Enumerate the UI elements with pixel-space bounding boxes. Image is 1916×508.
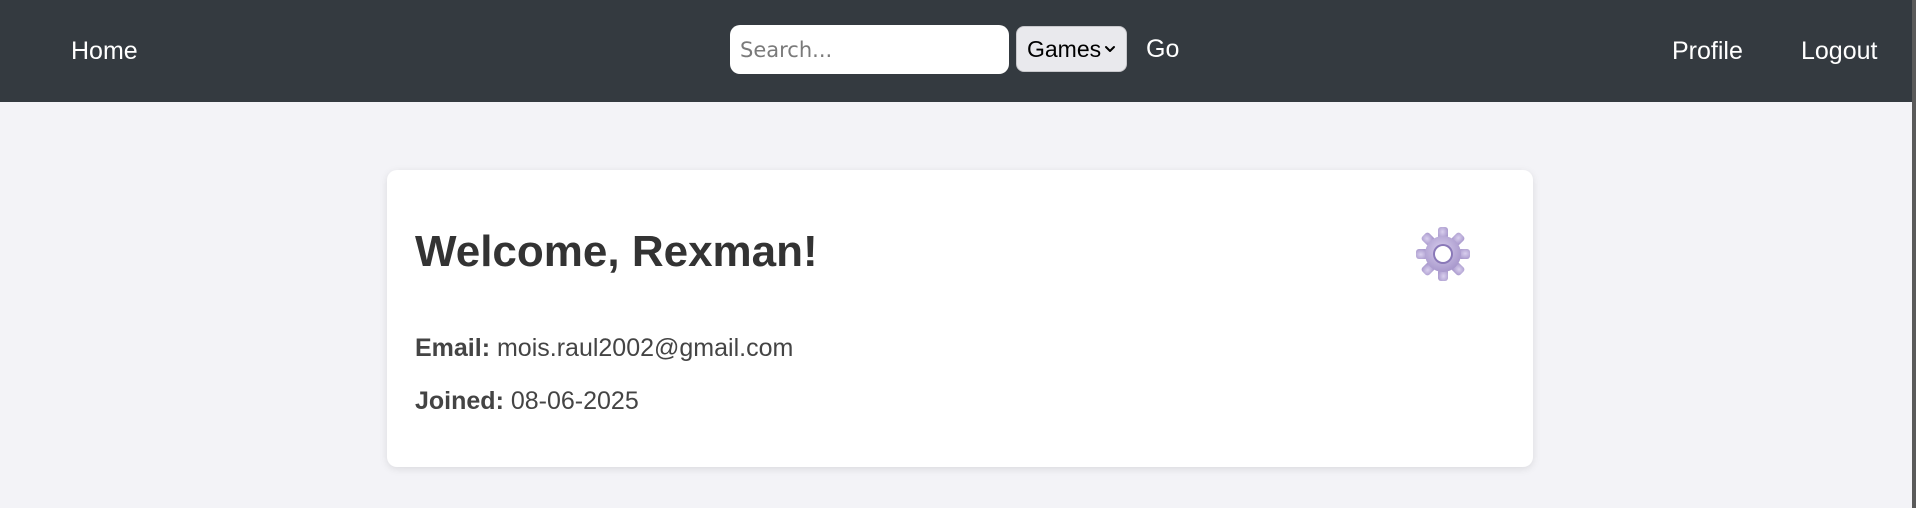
chevron-down-icon <box>1105 46 1115 52</box>
home-link[interactable]: Home <box>71 36 138 66</box>
category-select-value: Games <box>1027 35 1102 62</box>
top-navbar: Home Games Go Profile Logout <box>0 0 1912 102</box>
category-select[interactable]: Games <box>1016 26 1127 72</box>
email-value: mois.raul2002@gmail.com <box>496 334 794 362</box>
logout-link[interactable]: Logout <box>1801 36 1877 66</box>
search-input[interactable] <box>730 25 1009 74</box>
email-label: Email: <box>415 334 491 362</box>
profile-link[interactable]: Profile <box>1672 36 1743 66</box>
scrollbar-thumb[interactable] <box>1912 0 1916 508</box>
joined-label: Joined: <box>415 387 504 415</box>
gear-icon[interactable] <box>1415 226 1471 282</box>
email-row: Email: mois.raul2002@gmail.com <box>415 333 793 363</box>
welcome-title: Welcome, Rexman! <box>415 227 818 276</box>
go-button[interactable]: Go <box>1146 34 1179 64</box>
profile-card: Welcome, Rexman! Email: mois.raul2002@gm… <box>387 170 1533 467</box>
joined-value: 08-06-2025 <box>510 387 639 415</box>
joined-row: Joined: 08-06-2025 <box>415 386 639 416</box>
